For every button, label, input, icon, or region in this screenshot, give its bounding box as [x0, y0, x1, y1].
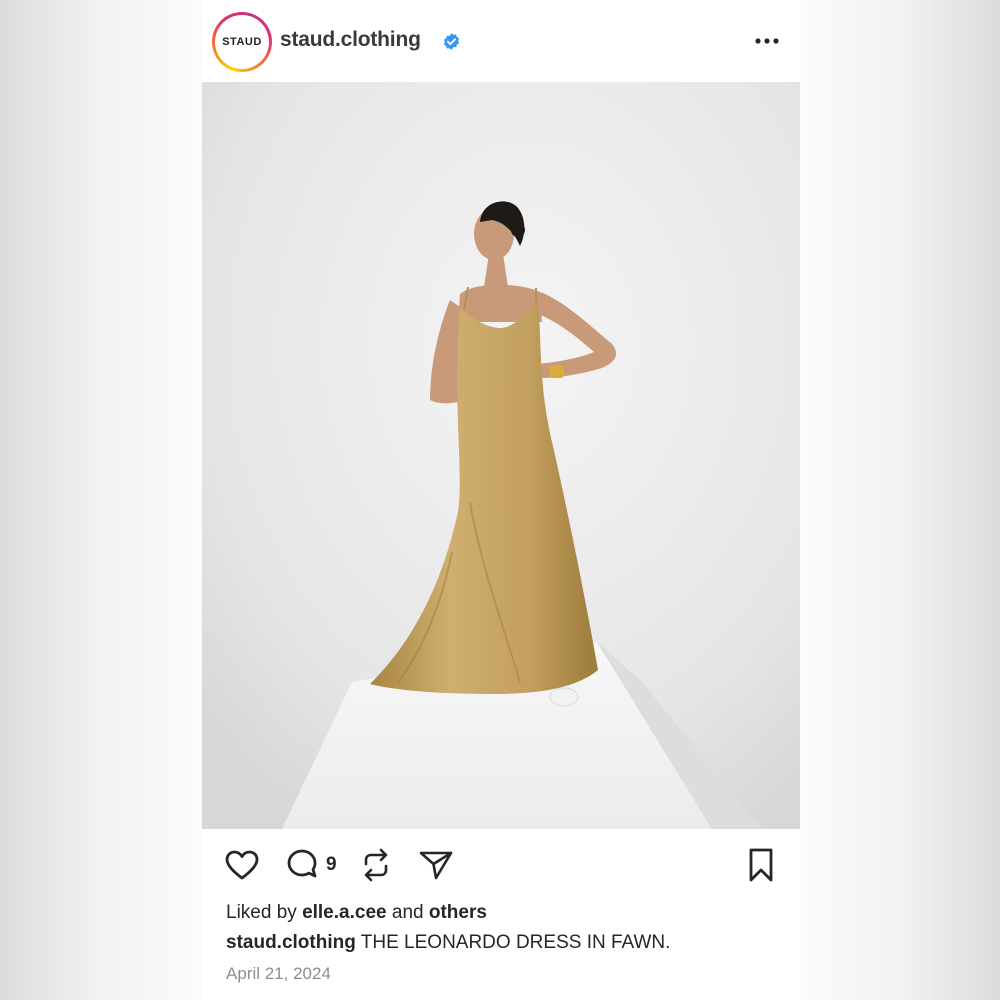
likes-prefix: Liked by — [226, 902, 297, 923]
caption-text: THE LEONARDO DRESS IN FAWN. — [360, 932, 671, 953]
action-bar: 9 — [202, 829, 800, 889]
comment-icon[interactable] — [284, 848, 320, 882]
likes-line: Liked by elle.a.cee and others — [226, 902, 487, 924]
likes-conjunction: and — [391, 902, 424, 923]
repost-icon[interactable] — [360, 847, 392, 883]
post-header: STAUD staud.clothing — [202, 0, 800, 82]
avatar-logo-text: STAUD — [222, 36, 262, 48]
comment-count: 9 — [326, 854, 337, 875]
avatar-inner: STAUD — [215, 15, 269, 69]
avatar[interactable]: STAUD — [212, 12, 272, 72]
caption-username[interactable]: staud.clothing — [226, 932, 356, 953]
likes-others-link[interactable]: others — [429, 902, 487, 923]
post-date: April 21, 2024 — [226, 964, 331, 983]
instagram-post: STAUD staud.clothing 9 Liked by elle.a.c… — [202, 0, 800, 1000]
bookmark-icon[interactable] — [746, 847, 776, 883]
post-username[interactable]: staud.clothing — [280, 28, 421, 52]
liked-by-user[interactable]: elle.a.cee — [302, 902, 387, 923]
send-icon[interactable] — [418, 849, 454, 881]
post-caption: staud.clothing THE LEONARDO DRESS IN FAW… — [226, 932, 670, 954]
more-options-icon[interactable] — [752, 28, 782, 54]
verified-badge-icon — [443, 33, 460, 50]
post-image[interactable] — [202, 82, 800, 829]
heart-icon[interactable] — [224, 849, 260, 881]
